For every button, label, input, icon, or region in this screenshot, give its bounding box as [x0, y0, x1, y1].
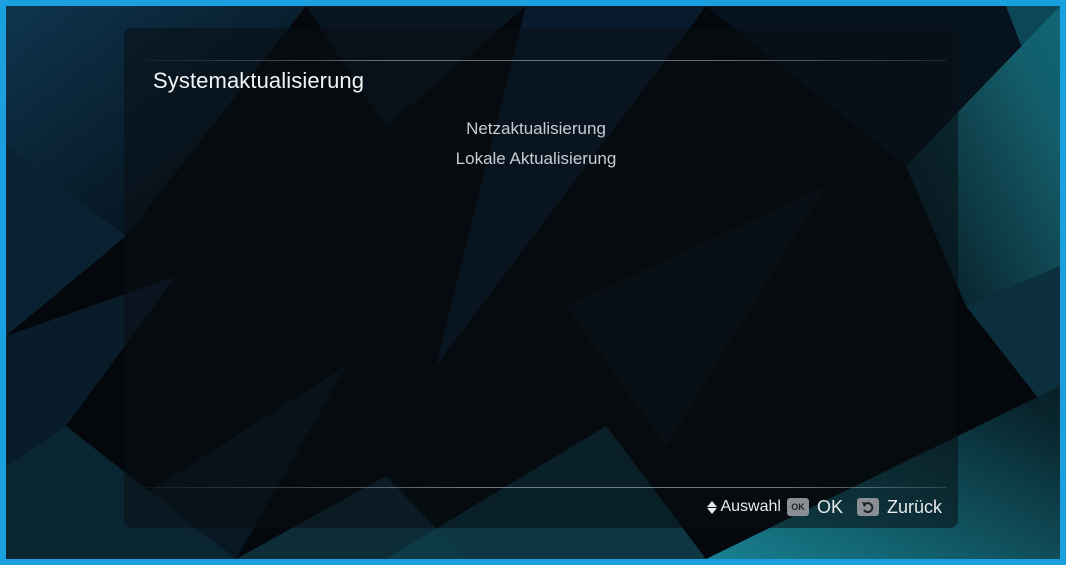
page-title: Systemaktualisierung — [153, 68, 365, 93]
back-hint-label: Zurück — [886, 496, 942, 517]
footer-divider — [146, 487, 946, 488]
dialog-panel — [124, 28, 958, 528]
update-menu: Netzaktualisierung Lokale Aktualisierung — [336, 114, 736, 174]
select-hint-label: Auswahl — [720, 498, 781, 515]
title-divider — [146, 60, 946, 61]
tv-screen: Systemaktualisierung Netzaktualisierung … — [0, 0, 1066, 565]
ok-key-icon: OK — [786, 498, 809, 516]
up-down-arrows-icon — [707, 500, 718, 514]
back-arrow-icon — [856, 498, 879, 516]
menu-item-local-update[interactable]: Lokale Aktualisierung — [336, 144, 736, 174]
menu-item-network-update[interactable]: Netzaktualisierung — [336, 114, 736, 144]
ok-hint-label: OK — [816, 496, 843, 517]
key-hints: Auswahl OK OK Zurück — [707, 492, 942, 522]
